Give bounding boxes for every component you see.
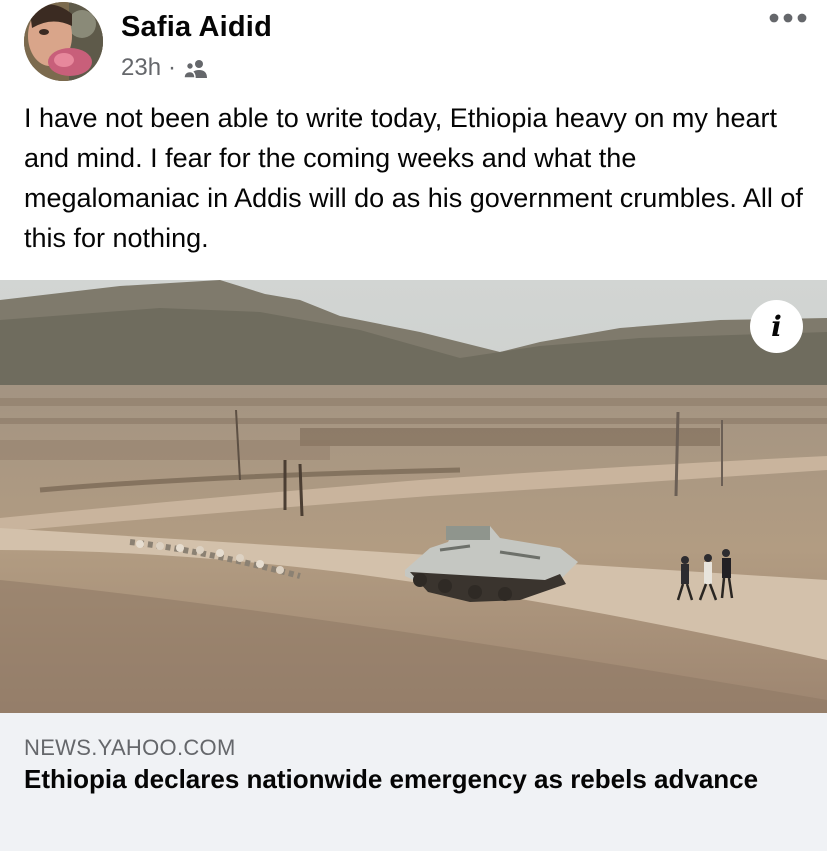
avatar-photo (24, 2, 103, 81)
link-preview-card[interactable]: i NEWS.YAHOO.COM Ethiopia declares natio… (0, 280, 827, 851)
post-text: I have not been able to write today, Eth… (24, 103, 803, 253)
more-dots-icon (769, 13, 807, 23)
news-photo (0, 280, 827, 713)
post-meta: 23h · (121, 53, 209, 83)
link-preview-footer[interactable]: NEWS.YAHOO.COM Ethiopia declares nationw… (0, 713, 827, 851)
info-icon: i (771, 309, 782, 343)
facebook-post: Safia Aidid 23h · I have not been able t… (0, 0, 827, 851)
link-title[interactable]: Ethiopia declares nationwide emergency a… (24, 764, 784, 795)
link-domain: NEWS.YAHOO.COM (24, 735, 236, 760)
friends-icon[interactable] (183, 58, 209, 79)
more-options-button[interactable] (765, 4, 811, 32)
author-avatar[interactable] (24, 2, 103, 81)
post-timestamp[interactable]: 23h (121, 54, 161, 82)
meta-separator: · (168, 54, 177, 81)
link-preview-image[interactable]: i (0, 280, 827, 713)
post-header: Safia Aidid 23h · (0, 0, 827, 90)
author-name[interactable]: Safia Aidid (121, 11, 272, 44)
info-button[interactable]: i (750, 300, 803, 353)
